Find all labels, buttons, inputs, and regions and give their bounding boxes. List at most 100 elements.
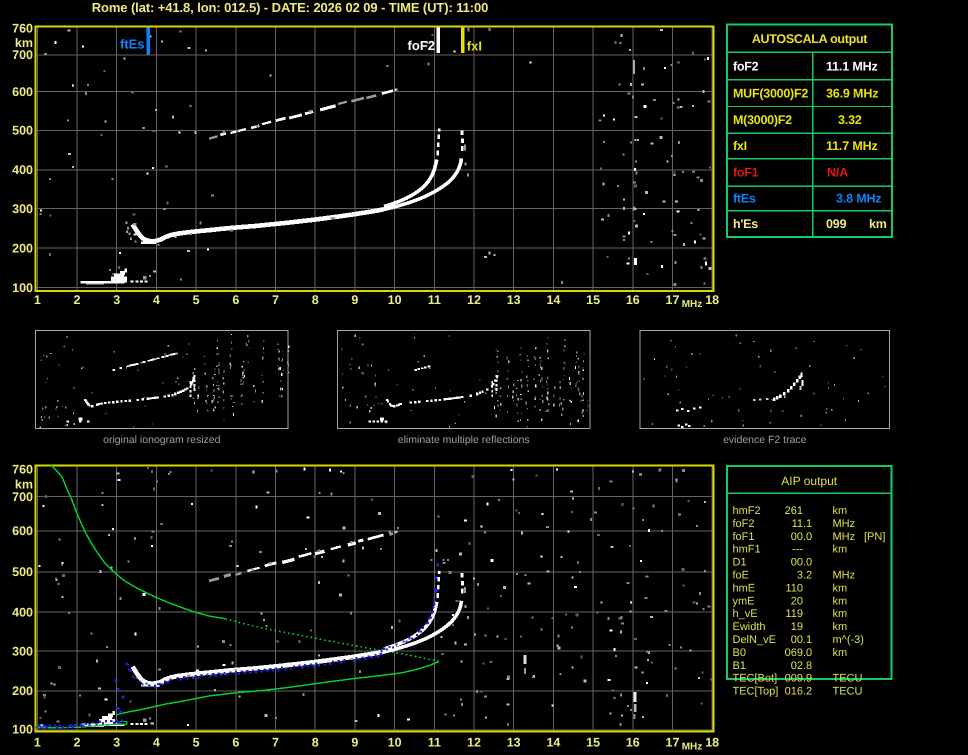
- svg-text:M(3000)F2: M(3000)F2: [733, 113, 792, 127]
- svg-text:11: 11: [428, 736, 441, 750]
- svg-text:760: 760: [12, 463, 33, 477]
- svg-text:foF2: foF2: [408, 38, 435, 53]
- svg-text:13: 13: [507, 736, 521, 750]
- svg-text:400: 400: [12, 163, 33, 177]
- svg-text:eliminate multiple reflections: eliminate multiple reflections: [398, 434, 530, 446]
- svg-text:Rome (lat: +41.8, lon: 012.5): Rome (lat: +41.8, lon: 012.5) - DATE: 20…: [92, 0, 489, 15]
- svg-text:8: 8: [312, 736, 319, 750]
- svg-text:hmE: hmE: [733, 582, 756, 594]
- svg-text:18: 18: [705, 736, 719, 750]
- svg-text:hmF1: hmF1: [733, 544, 761, 556]
- svg-text:100: 100: [12, 723, 33, 737]
- svg-text:15: 15: [586, 293, 600, 307]
- svg-text:1: 1: [34, 736, 41, 750]
- svg-text:11: 11: [792, 518, 803, 530]
- svg-text:15: 15: [586, 736, 600, 750]
- svg-text:7: 7: [272, 736, 279, 750]
- svg-text:4: 4: [153, 736, 160, 750]
- svg-text:evidence F2 trace: evidence F2 trace: [723, 434, 807, 446]
- svg-text:261: 261: [785, 505, 803, 517]
- svg-text:.0: .0: [803, 557, 812, 569]
- svg-text:MHz: MHz: [833, 570, 856, 582]
- svg-text:.9: .9: [803, 673, 812, 685]
- svg-text:B1: B1: [733, 660, 746, 672]
- svg-text:MHz: MHz: [833, 531, 856, 543]
- svg-text:MHz: MHz: [682, 299, 703, 310]
- svg-text:AUTOSCALA output: AUTOSCALA output: [752, 32, 868, 46]
- svg-text:760: 760: [12, 22, 33, 36]
- svg-text:MHz: MHz: [682, 742, 703, 753]
- svg-text:N/A: N/A: [827, 166, 848, 180]
- svg-text:fxI: fxI: [733, 139, 747, 153]
- svg-text:.1: .1: [803, 634, 812, 646]
- svg-text:500: 500: [12, 565, 33, 579]
- svg-text:AIP output: AIP output: [781, 474, 837, 488]
- svg-text:400: 400: [12, 605, 33, 619]
- svg-text:ymE: ymE: [733, 595, 755, 607]
- svg-text:14: 14: [546, 293, 560, 307]
- svg-text:km: km: [833, 621, 848, 633]
- svg-text:16: 16: [626, 293, 640, 307]
- svg-text:17: 17: [666, 736, 680, 750]
- svg-text:B0: B0: [733, 647, 746, 659]
- svg-text:20: 20: [791, 595, 803, 607]
- svg-text:[PN]: [PN]: [864, 531, 885, 543]
- svg-text:3: 3: [113, 736, 120, 750]
- svg-text:600: 600: [12, 85, 33, 99]
- svg-text:2: 2: [74, 293, 81, 307]
- svg-text:km: km: [869, 217, 887, 231]
- svg-text:2: 2: [74, 736, 81, 750]
- svg-text:7: 7: [272, 293, 279, 307]
- svg-text:5: 5: [193, 736, 200, 750]
- svg-text:3.8 MHz: 3.8 MHz: [836, 192, 882, 206]
- svg-text:hmF2: hmF2: [733, 505, 761, 517]
- svg-text:h_vE: h_vE: [733, 608, 758, 620]
- svg-text:TEC[Top]: TEC[Top]: [733, 686, 779, 698]
- svg-text:119: 119: [785, 608, 803, 620]
- svg-text:original ionogram resized: original ionogram resized: [103, 434, 220, 446]
- svg-text:100: 100: [12, 281, 33, 295]
- svg-text:700: 700: [12, 490, 33, 504]
- svg-text:km: km: [833, 647, 848, 659]
- svg-text:500: 500: [12, 124, 33, 138]
- svg-text:6: 6: [232, 293, 239, 307]
- svg-text:700: 700: [12, 48, 33, 62]
- svg-text:16: 16: [626, 736, 640, 750]
- svg-text:km: km: [833, 505, 848, 517]
- svg-text:110: 110: [785, 582, 803, 594]
- svg-text:Ewidth: Ewidth: [733, 621, 766, 633]
- svg-text:km: km: [833, 595, 848, 607]
- svg-text:---: ---: [792, 544, 803, 556]
- svg-text:13: 13: [507, 293, 521, 307]
- svg-text:8: 8: [312, 293, 319, 307]
- svg-text:18: 18: [705, 293, 719, 307]
- svg-text:3: 3: [113, 293, 120, 307]
- svg-text:ftEs: ftEs: [733, 192, 756, 206]
- svg-text:6: 6: [232, 736, 239, 750]
- svg-text:00: 00: [791, 557, 803, 569]
- svg-text:200: 200: [12, 241, 33, 255]
- svg-text:h'Es: h'Es: [733, 217, 758, 231]
- svg-text:MHz: MHz: [833, 518, 856, 530]
- svg-text:600: 600: [12, 524, 33, 538]
- svg-text:12: 12: [467, 293, 481, 307]
- svg-text:km: km: [833, 608, 848, 620]
- svg-text:200: 200: [12, 684, 33, 698]
- svg-text:009: 009: [785, 673, 803, 685]
- svg-text:5: 5: [193, 293, 200, 307]
- svg-text:1: 1: [34, 293, 41, 307]
- svg-text:km: km: [833, 582, 848, 594]
- svg-text:TEC[Bot]: TEC[Bot]: [733, 673, 778, 685]
- svg-text:fxI: fxI: [467, 39, 482, 54]
- svg-text:016: 016: [785, 686, 803, 698]
- svg-text:11.1 MHz: 11.1 MHz: [826, 60, 878, 74]
- svg-text:.2: .2: [803, 570, 812, 582]
- svg-text:km: km: [833, 544, 848, 556]
- svg-text:11: 11: [428, 293, 441, 307]
- svg-text:17: 17: [666, 293, 680, 307]
- svg-text:069: 069: [785, 647, 803, 659]
- svg-text:00: 00: [791, 634, 803, 646]
- svg-text:.1: .1: [803, 518, 812, 530]
- svg-text:19: 19: [791, 621, 803, 633]
- svg-text:TECU: TECU: [833, 686, 863, 698]
